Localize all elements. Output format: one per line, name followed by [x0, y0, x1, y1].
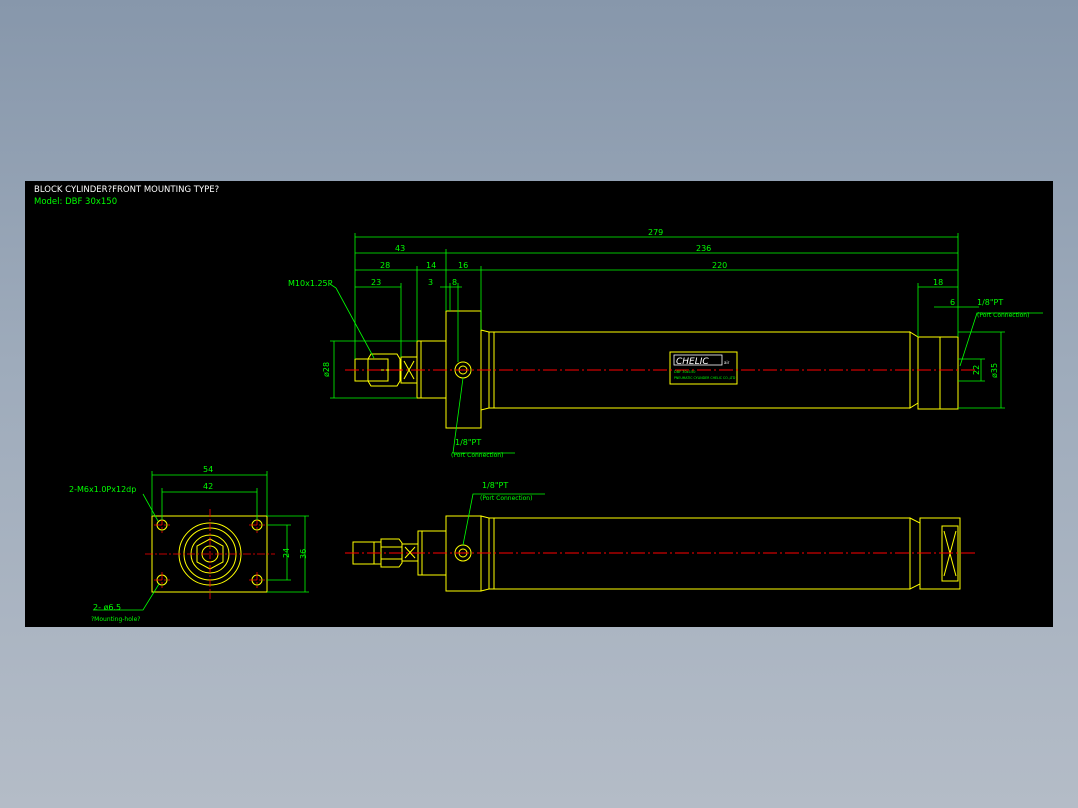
dim-phi28: ø28 — [322, 362, 331, 377]
dim-54: 54 — [203, 465, 213, 474]
dim-14: 14 — [426, 261, 436, 270]
dim-18: 18 — [933, 278, 943, 287]
dimensions-top — [329, 233, 1043, 454]
dim-42: 42 — [203, 482, 213, 491]
dim-22: 22 — [972, 365, 981, 375]
chelic-logo: CHELIC — [676, 357, 709, 367]
thread-label: M10x1.25P — [288, 279, 333, 288]
cad-viewport[interactable]: BLOCK CYLINDER?FRONT MOUNTING TYPE? Mode… — [25, 181, 1053, 627]
hole-note: ?Mounting-hole? — [91, 616, 140, 623]
drawing-model: Model: DBF 30x150 — [34, 197, 117, 207]
logo-sub: air — [724, 360, 730, 365]
dim-236: 236 — [696, 244, 711, 253]
port-note-bottom: (Port Connection) — [480, 495, 532, 502]
drawing-title: BLOCK CYLINDER?FRONT MOUNTING TYPE? — [34, 185, 219, 195]
dim-23: 23 — [371, 278, 381, 287]
dim-28: 28 — [380, 261, 390, 270]
dim-phi35: ø35 — [990, 363, 999, 378]
port-note-rear: (Port Connection) — [977, 312, 1029, 319]
drawing-canvas: BLOCK CYLINDER?FRONT MOUNTING TYPE? Mode… — [34, 185, 1043, 623]
plate-model: DBF 30x150 — [674, 370, 695, 374]
dim-6: 6 — [950, 298, 955, 307]
plate-maker: PNEUMATIC CYLINDER CHELIC CO.,LTD — [674, 376, 736, 380]
dim-220: 220 — [712, 261, 727, 270]
tap-label: 2-M6x1.0Px12dp — [69, 485, 136, 494]
hole-label: 2- ø6.5 — [93, 603, 121, 612]
port-note-front: (Port Connection) — [451, 452, 503, 459]
dim-43: 43 — [395, 244, 405, 253]
rear-cap — [917, 336, 959, 410]
port-label-rear: 1/8"PT — [977, 298, 1003, 307]
dim-8: 8 — [452, 278, 457, 287]
dim-16: 16 — [458, 261, 468, 270]
dim-3: 3 — [428, 278, 433, 287]
port-label-front: 1/8"PT — [455, 438, 481, 447]
dim-279: 279 — [648, 228, 663, 237]
dim-24: 24 — [282, 548, 291, 558]
port-label-bottom: 1/8"PT — [482, 481, 508, 490]
dimension-text-end: 54 42 2-M6x1.0Px12dp 2- ø6.5 ?Mounting-h… — [69, 465, 213, 623]
dim-36: 36 — [299, 549, 308, 559]
